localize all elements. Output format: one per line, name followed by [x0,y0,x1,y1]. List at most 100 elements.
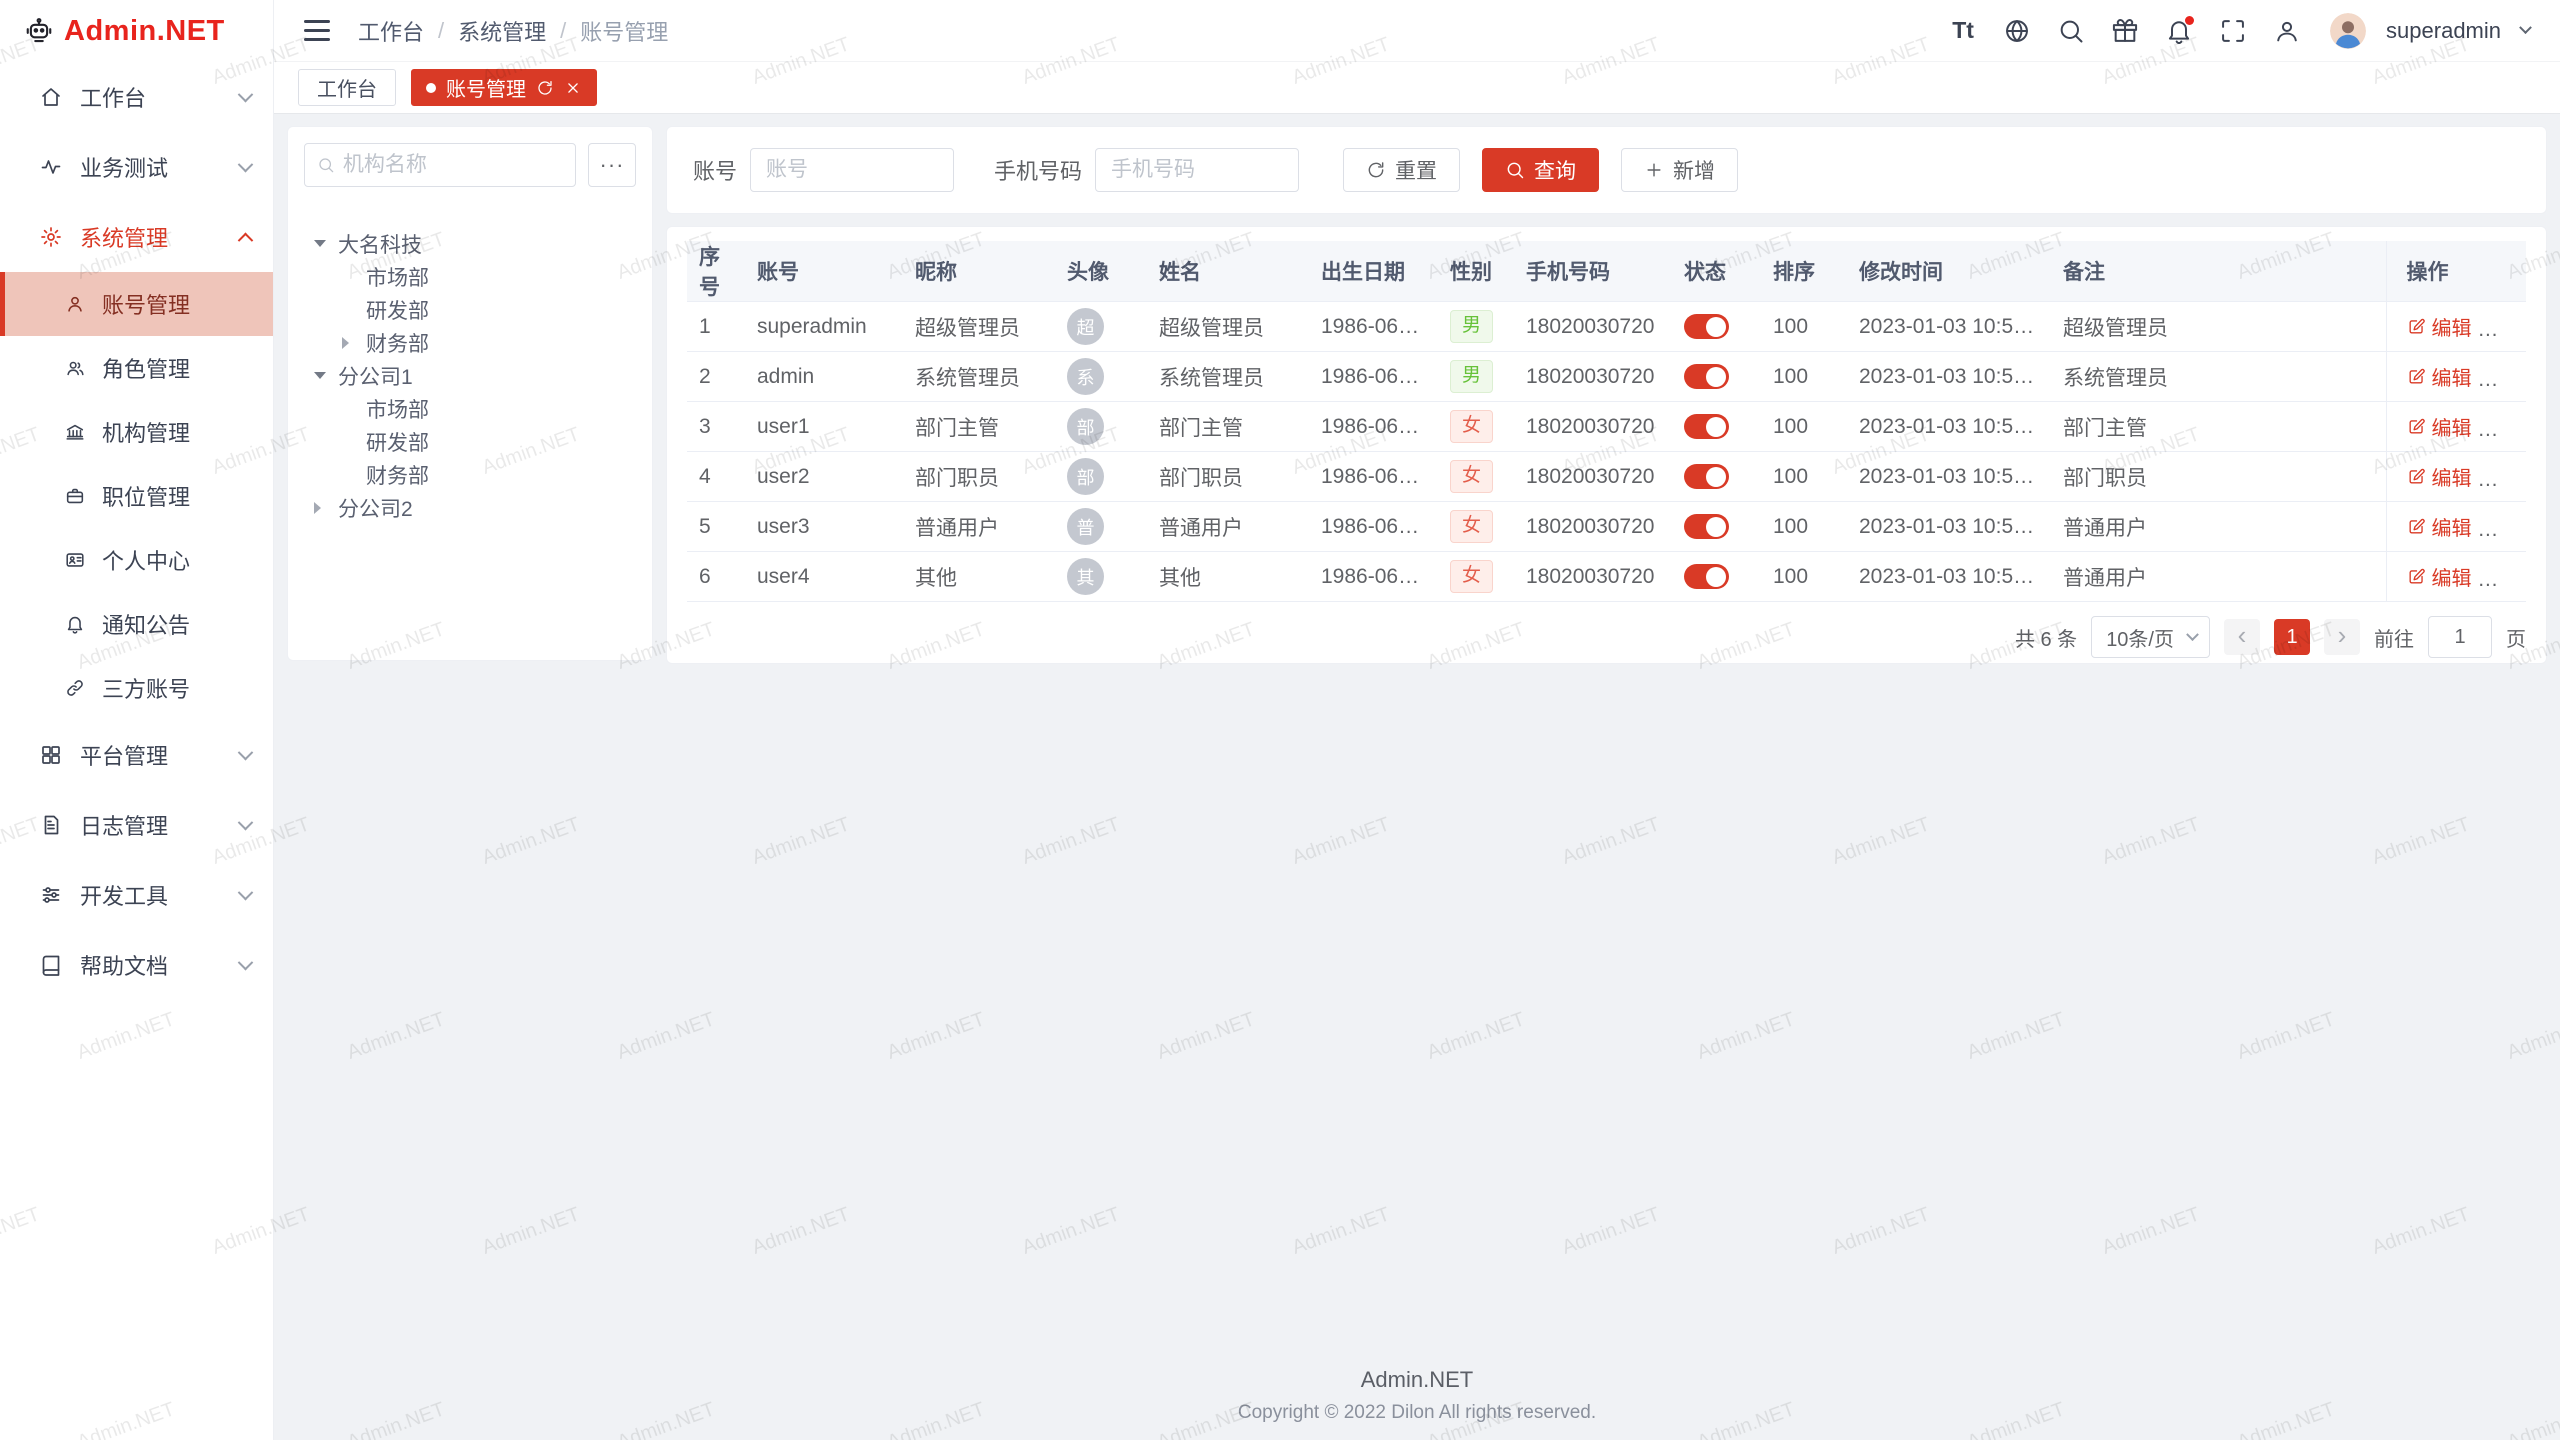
sidebar-menu: 工作台 业务测试 系统管理 账号管理 [0,62,273,1440]
tree-node-label: 市场部 [366,262,429,292]
cell-birthday: 1986-06-28 [1309,352,1438,402]
sidebar-item-log-management[interactable]: 日志管理 [0,790,273,860]
theme-gift-icon[interactable] [2108,14,2142,48]
tree-node[interactable]: 市场部 [304,260,636,293]
add-button[interactable]: 新增 [1621,148,1738,192]
status-toggle[interactable] [1684,464,1729,489]
avatar[interactable] [2330,13,2366,49]
tree-node[interactable]: 研发部 [304,425,636,458]
tab-workbench[interactable]: 工作台 [298,69,396,106]
cell-phone: 18020030720 [1514,302,1672,352]
edit-button[interactable]: 编辑 [2407,312,2472,341]
caret-right-icon[interactable] [314,502,321,514]
breadcrumb-item[interactable]: 工作台 [358,15,424,47]
top-header: 工作台 / 系统管理 / 账号管理 Tt [274,0,2560,62]
close-icon[interactable] [564,79,582,97]
cell-avatar: 部 [1055,452,1147,502]
account-filter-input[interactable] [750,148,954,192]
bell-icon [64,613,86,635]
more-actions-button[interactable]: ··· [2493,519,2516,541]
more-actions-button[interactable]: ··· [2493,469,2516,491]
gender-tag: 女 [1450,510,1493,543]
caret-right-icon[interactable] [342,337,349,349]
status-toggle[interactable] [1684,564,1729,589]
tab-account-management[interactable]: 账号管理 [411,69,597,106]
phone-filter-input[interactable] [1095,148,1299,192]
next-page-button[interactable]: › [2324,619,2360,655]
sidebar-item-help-docs[interactable]: 帮助文档 [0,930,273,1000]
more-actions-button[interactable]: ··· [2493,419,2516,441]
edit-button[interactable]: 编辑 [2407,362,2472,391]
more-actions-button[interactable]: ··· [2493,319,2516,341]
tree-node[interactable]: 市场部 [304,392,636,425]
sidebar-subitem-account-management[interactable]: 账号管理 [0,272,273,336]
tree-node[interactable]: 财务部 [304,458,636,491]
status-toggle[interactable] [1684,364,1729,389]
edit-button[interactable]: 编辑 [2407,412,2472,441]
cell-actions: 编辑 ··· [2386,352,2526,402]
sidebar-subitem-label: 通知公告 [102,608,190,640]
search-button[interactable]: 查询 [1482,148,1599,192]
fullscreen-icon[interactable] [2216,14,2250,48]
tree-node[interactable]: 财务部 [304,326,636,359]
cell-remark: 普通用户 [2051,552,2386,602]
sidebar-subitem-org-management[interactable]: 机构管理 [0,400,273,464]
cell-modified: 2023-01-03 10:59:44 [1847,502,2051,552]
logo[interactable]: Admin.NET [0,0,273,62]
username[interactable]: superadmin [2386,18,2501,44]
edit-button[interactable]: 编辑 [2407,512,2472,541]
page-size-select[interactable]: 10条/页 [2091,616,2210,658]
cell-modified: 2023-01-03 10:59:44 [1847,402,2051,452]
sidebar-subitem-role-management[interactable]: 角色管理 [0,336,273,400]
tree-node[interactable]: 大名科技 [304,227,636,260]
right-column: 账号 手机号码 重置 查询 新增 [666,126,2547,664]
col-header-avatar: 头像 [1055,241,1147,302]
search-icon [1505,160,1525,180]
col-header-remark: 备注 [2051,241,2386,302]
cell-birthday: 1986-06-28 [1309,502,1438,552]
refresh-icon[interactable] [536,79,554,97]
sidebar-item-label: 业务测试 [80,151,168,183]
hamburger-menu-icon[interactable] [300,16,334,45]
status-toggle[interactable] [1684,414,1729,439]
font-size-icon[interactable]: Tt [1946,14,1980,48]
goto-page-input[interactable] [2428,616,2492,658]
edit-button[interactable]: 编辑 [2407,462,2472,491]
org-search-input[interactable] [343,153,563,177]
chevron-up-icon [238,232,254,248]
breadcrumb-item[interactable]: 系统管理 [458,15,546,47]
current-page-button[interactable]: 1 [2274,619,2310,655]
sidebar-item-workbench[interactable]: 工作台 [0,62,273,132]
prev-page-button[interactable]: ‹ [2224,619,2260,655]
breadcrumb-separator: / [560,18,566,44]
sidebar-item-dev-tools[interactable]: 开发工具 [0,860,273,930]
notification-bell-icon[interactable] [2162,14,2196,48]
cell-remark: 系统管理员 [2051,352,2386,402]
sidebar-item-platform-management[interactable]: 平台管理 [0,720,273,790]
tree-node[interactable]: 分公司2 [304,491,636,524]
sidebar-subitem-personal-center[interactable]: 个人中心 [0,528,273,592]
edit-button[interactable]: 编辑 [2407,562,2472,591]
more-actions-button[interactable]: ··· [2493,369,2516,391]
caret-down-icon[interactable] [314,372,326,379]
more-actions-button[interactable]: ··· [2493,569,2516,591]
search-icon[interactable] [2054,14,2088,48]
status-toggle[interactable] [1684,514,1729,539]
reset-button[interactable]: 重置 [1343,148,1460,192]
sidebar-item-business-test[interactable]: 业务测试 [0,132,273,202]
tree-more-button[interactable]: ··· [588,143,636,187]
sidebar-subitem-notice[interactable]: 通知公告 [0,592,273,656]
tree-node[interactable]: 研发部 [304,293,636,326]
globe-icon[interactable] [2000,14,2034,48]
tree-node[interactable]: 分公司1 [304,359,636,392]
sliders-icon [39,883,63,907]
sidebar-item-system-management[interactable]: 系统管理 [0,202,273,272]
chevron-down-icon [238,814,254,830]
status-toggle[interactable] [1684,314,1729,339]
user-center-icon[interactable] [2270,14,2304,48]
sidebar-subitem-position-management[interactable]: 职位管理 [0,464,273,528]
cell-order: 100 [1761,452,1847,502]
cell-actions: 编辑 ··· [2386,402,2526,452]
caret-down-icon[interactable] [314,240,326,247]
sidebar-subitem-third-party-account[interactable]: 三方账号 [0,656,273,720]
